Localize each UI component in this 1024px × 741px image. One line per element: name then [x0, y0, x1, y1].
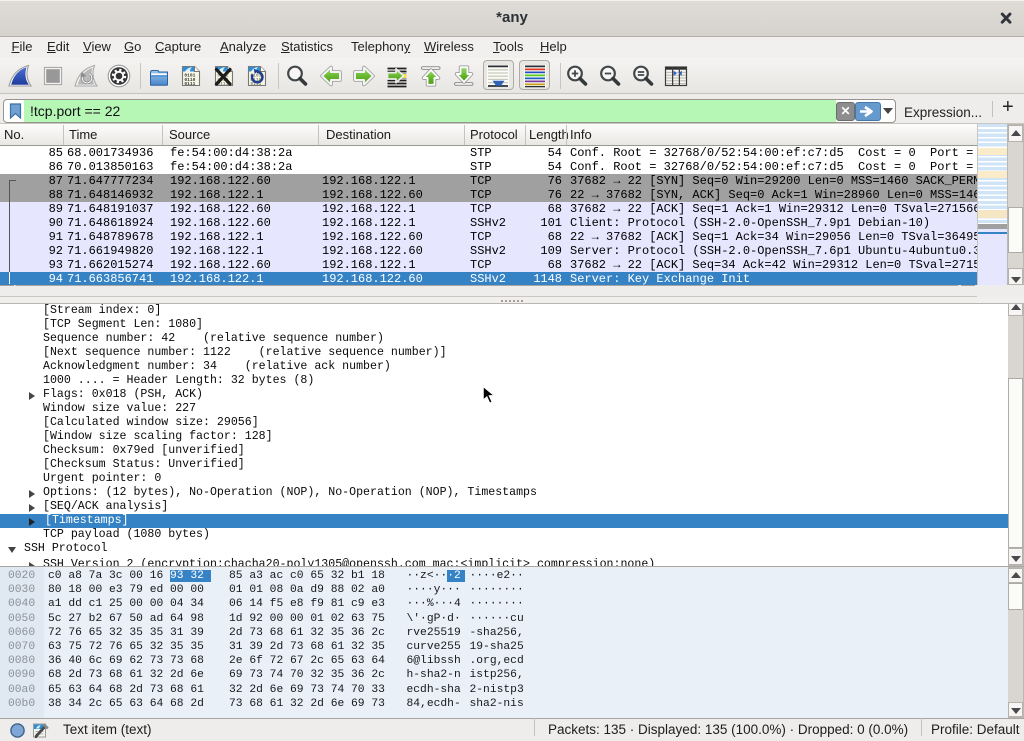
svg-text:0111: 0111 — [184, 81, 195, 87]
